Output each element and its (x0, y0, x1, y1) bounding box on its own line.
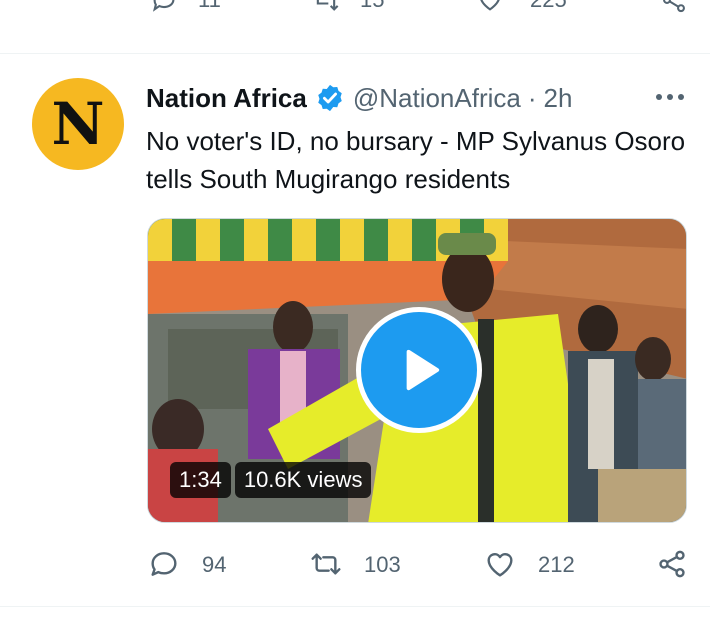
tweet-timestamp[interactable]: 2h (544, 83, 573, 114)
user-handle[interactable]: @NationAfrica (353, 83, 521, 114)
avatar-logo-letter: N (51, 90, 105, 158)
prev-like-count: 225 (530, 0, 567, 13)
reply-button[interactable]: 94 (148, 548, 226, 580)
more-dots-icon[interactable] (652, 82, 688, 112)
like-count: 212 (538, 552, 575, 577)
retweet-icon (316, 0, 339, 11)
share-icon (663, 0, 685, 13)
play-icon (406, 349, 440, 391)
reply-count: 94 (202, 552, 227, 577)
display-name[interactable]: Nation Africa (146, 83, 307, 114)
prev-like-button[interactable]: 225 (476, 0, 567, 14)
retweet-icon (311, 553, 341, 575)
header-separator: · (527, 82, 537, 113)
play-button[interactable] (356, 307, 482, 433)
share-icon (659, 550, 685, 578)
heart-icon (480, 0, 500, 11)
avatar[interactable]: N (32, 78, 124, 170)
verified-badge-icon (318, 84, 342, 112)
prev-retweet-count: 15 (360, 0, 384, 13)
tweet-actions: 94 103 212 (0, 548, 710, 588)
prev-reply-button[interactable]: 11 (150, 0, 221, 14)
video-media[interactable]: 1:34 10.6K views (147, 218, 687, 523)
tweet-divider-top (0, 53, 710, 54)
video-views: 10.6K views (234, 462, 372, 498)
video-duration: 1:34 (170, 462, 231, 498)
prev-reply-count: 11 (198, 0, 221, 13)
retweet-button[interactable]: 103 (310, 548, 401, 580)
prev-share-button[interactable] (660, 0, 688, 14)
tweet-text: No voter's ID, no bursary - MP Sylvanus … (146, 126, 686, 194)
reply-icon (151, 552, 177, 576)
tweet-header: Nation Africa @NationAfrica · 2h (146, 80, 572, 116)
like-button[interactable]: 212 (484, 548, 575, 580)
tweet-divider-bottom (0, 606, 710, 607)
previous-tweet-actions: 11 15 225 (0, 0, 710, 20)
retweet-count: 103 (364, 552, 401, 577)
reply-icon (152, 0, 175, 12)
video-badges: 1:34 10.6K views (170, 462, 375, 498)
heart-icon (487, 552, 513, 577)
share-button[interactable] (656, 548, 710, 580)
prev-retweet-button[interactable]: 15 (312, 0, 384, 14)
